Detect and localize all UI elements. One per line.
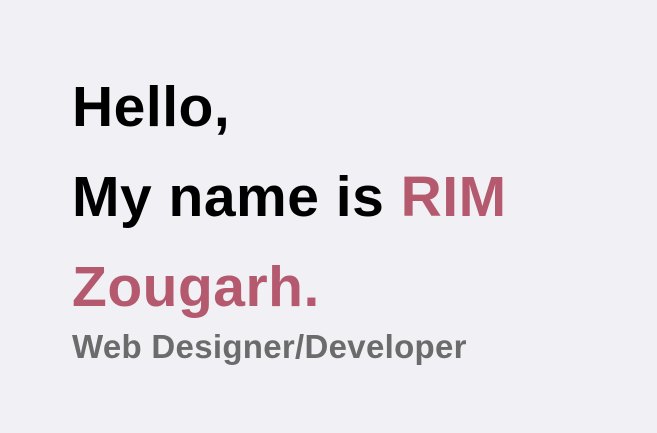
- name-heading: My name is RIM: [72, 152, 507, 242]
- hero-section: Hello, My name is RIM Zougarh. Web Desig…: [72, 62, 507, 366]
- greeting-heading: Hello,: [72, 75, 231, 139]
- role-subtitle: Web Designer/Developer: [72, 328, 467, 365]
- first-name: RIM: [400, 165, 507, 229]
- last-name: Zougarh.: [72, 255, 320, 319]
- intro-text: My name is: [72, 165, 385, 229]
